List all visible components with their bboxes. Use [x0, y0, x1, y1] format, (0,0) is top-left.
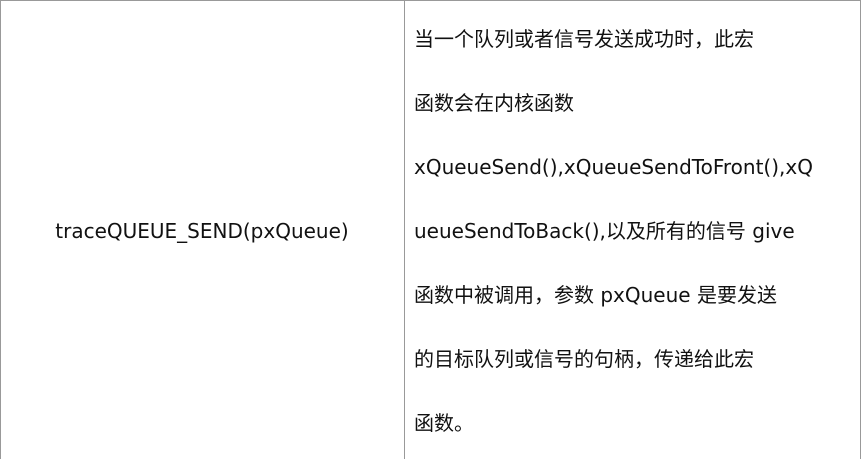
description-line-1: 当一个队列或者信号发送成功时，此宏 [414, 27, 754, 51]
macro-name: traceQUEUE_SEND(pxQueue) [55, 219, 349, 243]
description-line-4: ueueSendToBack(),以及所有的信号 give [414, 219, 795, 243]
description-line-7: 函数。 [414, 411, 474, 435]
description-line-6: 的目标队列或信号的句柄，传递给此宏 [414, 347, 754, 371]
description-line-3: xQueueSend(),xQueueSendToFront(),xQ [414, 155, 813, 179]
description-line-5: 函数中被调用，参数 pxQueue 是要发送 [414, 283, 777, 307]
description-line-2: 函数会在内核函数 [414, 91, 574, 115]
document-table: traceQUEUE_SEND(pxQueue) 当一个队列或者信号发送成功时，… [0, 0, 861, 459]
